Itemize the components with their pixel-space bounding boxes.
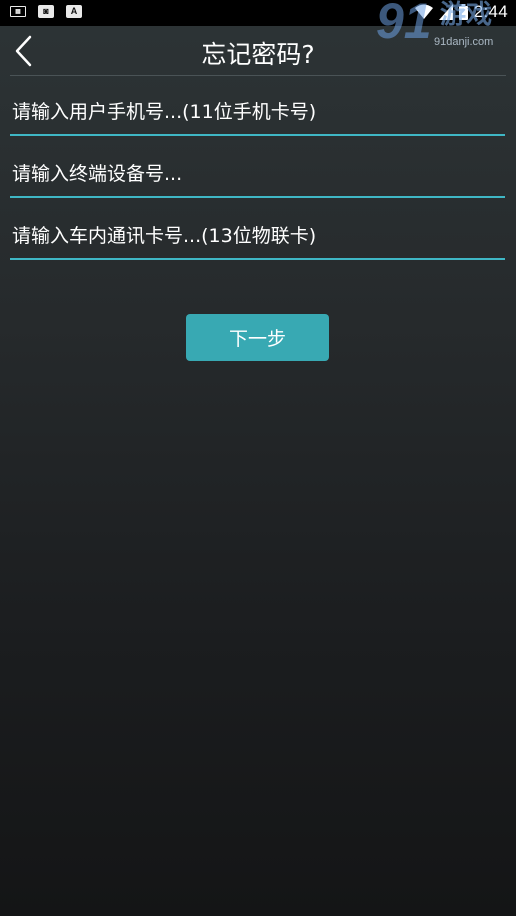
wifi-icon [414, 4, 433, 19]
notification-app-icon: ◙ [38, 5, 54, 18]
vehicle-card-input[interactable] [10, 214, 505, 258]
terminal-field [10, 152, 505, 198]
phone-number-input[interactable] [10, 90, 505, 134]
status-bar-right: 2:44 [414, 2, 508, 22]
status-bar-left: ▦ ◙ A [10, 5, 82, 18]
clock: 2:44 [473, 2, 508, 21]
app-header: 忘记密码? [0, 26, 516, 76]
signal-icon [438, 4, 453, 20]
battery-icon [458, 4, 468, 20]
status-bar: ▦ ◙ A 2:44 [0, 0, 516, 26]
keyboard-icon: ▦ [10, 6, 26, 17]
font-a-icon: A [66, 5, 82, 18]
card-field [10, 214, 505, 260]
page-title: 忘记密码? [201, 40, 315, 69]
next-step-button[interactable]: 下一步 [186, 314, 329, 361]
terminal-device-input[interactable] [10, 152, 505, 196]
phone-field [10, 90, 505, 136]
header-divider [10, 75, 506, 76]
